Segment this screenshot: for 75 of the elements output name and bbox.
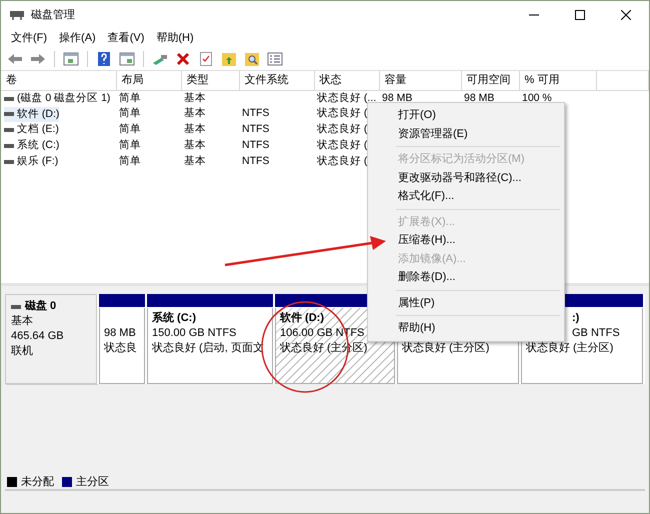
table-cell: 基本 [184,107,206,120]
table-cell: 基本 [184,123,206,136]
partition-size: GB NTFS [572,327,620,339]
table-cell: 简单 [119,107,141,120]
column-header: 布局 [116,71,181,90]
table-cell: 98 MB [464,92,494,104]
table-cell: 状态良好 ( [317,155,368,168]
table-cell: 简单 [119,155,141,168]
column-header: 类型 [181,71,239,90]
drive-icon [4,96,14,100]
menu-item[interactable]: 删除卷(D)... [370,268,562,286]
table-cell: 简单 [119,123,141,136]
menu-item[interactable]: 打开(O) [370,106,562,124]
legend-label: 未分配 [21,474,54,490]
disk-type: 基本 [11,314,34,329]
menu-item[interactable]: 操作(A) [53,30,102,46]
disk-state: 联机 [11,344,34,359]
table-cell: 状态良好 (... [317,92,376,104]
partition-size: 98 MB [104,327,136,339]
menu-item[interactable]: 更改驱动器号和路径(C)... [370,168,562,187]
partition-name: 软件 (D:) [280,312,324,324]
volume-item[interactable]: 系统 (C:) [4,138,60,154]
table-cell: 简单 [119,92,141,104]
column-header: 容量 [379,71,461,90]
disk-label-panel[interactable]: 磁盘 0 基本 465.64 GB 联机 [5,294,97,384]
disk-size: 465.64 GB [11,329,65,344]
table-cell: 基本 [184,139,206,152]
volume-item[interactable]: 文档 (E:) [4,122,59,138]
table-cell: 98 MB [382,92,412,104]
table-cell: 状态良好 ( [317,107,368,120]
drive-icon [4,112,14,116]
column-header: 可用空间 [461,71,519,90]
disk-name: 磁盘 0 [25,299,56,314]
column-header: % 可用 [519,71,596,90]
table-cell: 基本 [184,92,206,104]
disk-management-icon [9,9,25,21]
partition-status: 状态良好 (主分区) [402,342,490,354]
menu-item[interactable]: 查看(V) [102,30,150,46]
partition-header-bar [99,294,145,307]
table-cell: 简单 [119,139,141,152]
volume-item[interactable]: (磁盘 0 磁盘分区 1) [4,90,110,106]
menu-item[interactable]: 帮助(H) [150,30,200,46]
partition-block[interactable]: 98 MB 状态良 [99,308,145,384]
column-header: 文件系统 [239,71,314,90]
column-header: 状态 [314,71,379,90]
menu-item[interactable]: 资源管理器(E) [370,124,562,143]
menu-item[interactable]: 格式化(F)... [370,187,562,206]
table-cell: 100 % [522,92,552,104]
drive-icon [4,128,14,132]
partition-status: 状态良好 (主分区) [526,342,614,354]
menu-item[interactable]: 压缩卷(H)... [370,231,562,250]
table-cell: 状态良好 ( [317,139,368,152]
plug-icon [152,52,168,64]
drive-icon [4,160,14,164]
table-cell: 基本 [184,155,206,168]
forward-arrow-icon [30,52,46,64]
column-header: 卷 [1,71,116,90]
maximize-icon [575,10,585,20]
back-arrow-icon [7,52,23,64]
table-cell: 状态良好 ( [317,123,368,136]
partition-name: 系统 (C:) [152,312,196,324]
drive-icon [4,144,14,148]
partition-size: 150.00 GB NTFS [152,327,236,339]
table-cell: NTFS [242,107,270,120]
partition-name: :) [572,312,580,324]
menu-item[interactable]: 文件(F) [5,30,54,46]
volume-item[interactable]: 娱乐 (F:) [4,154,58,170]
table-cell: NTFS [242,123,270,136]
table-cell: NTFS [242,155,270,168]
volume-item[interactable]: 软件 (D:) [4,106,60,122]
window-title: 磁盘管理 [31,8,75,23]
partition-status: 状态良 [104,342,137,354]
close-icon [621,10,631,20]
legend-label: 主分区 [76,474,109,490]
table-cell: NTFS [242,139,270,152]
